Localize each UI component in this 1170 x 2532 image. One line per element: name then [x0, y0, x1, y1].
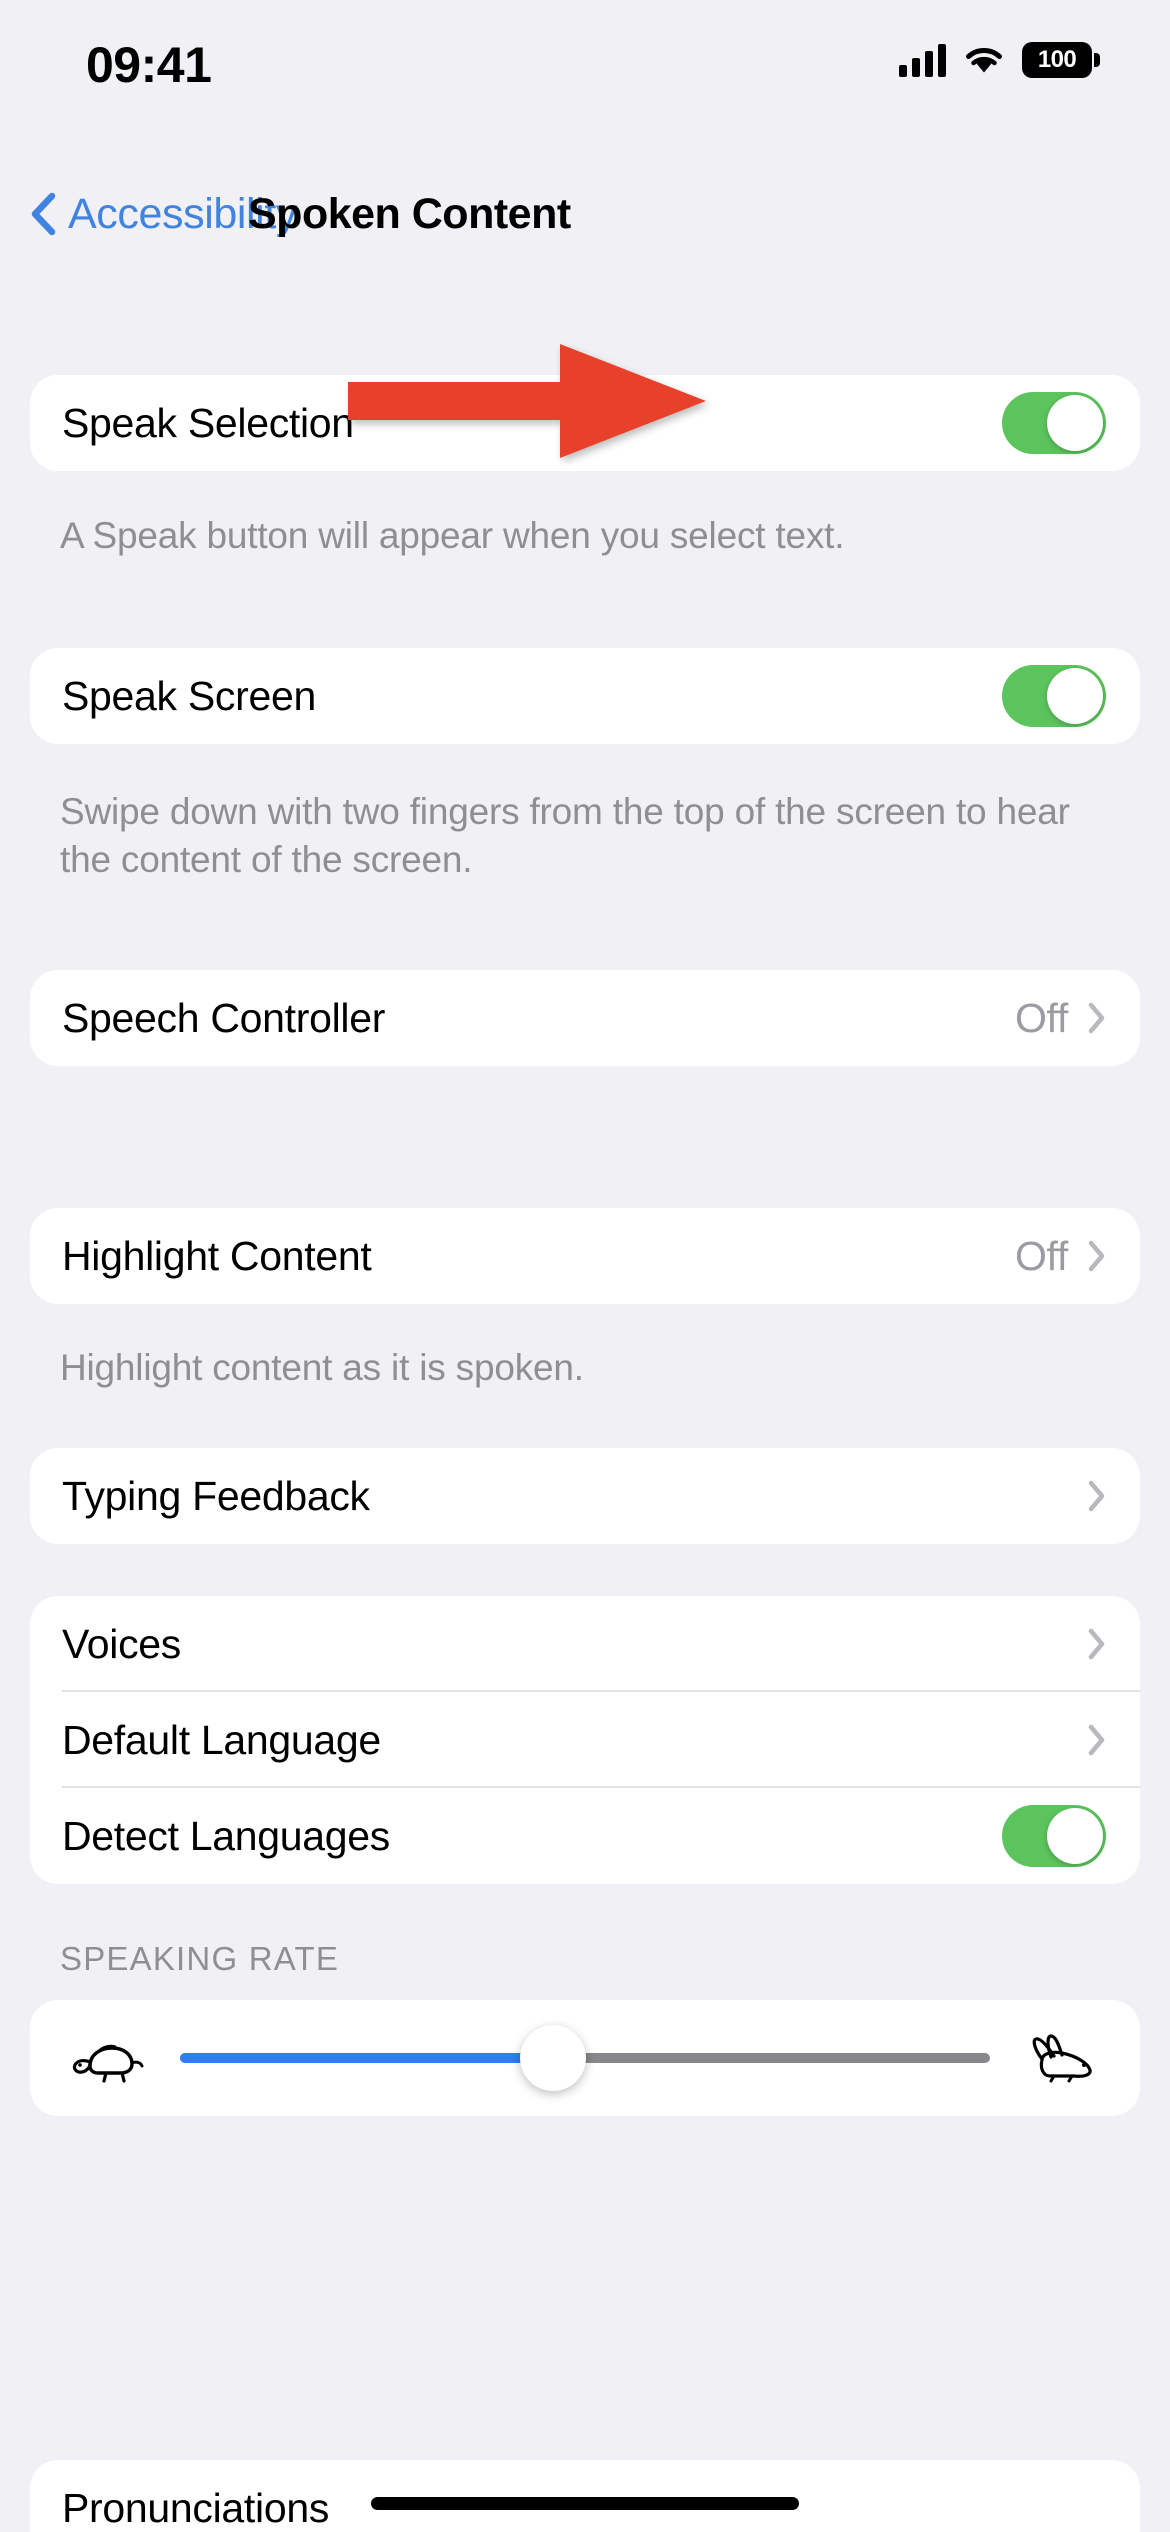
battery-level-label: 100 [1037, 46, 1077, 73]
signal-bars-icon [899, 43, 946, 77]
slider-thumb[interactable] [519, 2025, 586, 2091]
row-speak-selection[interactable]: Speak Selection [30, 375, 1140, 471]
typing-feedback-card: Typing Feedback [30, 1448, 1140, 1544]
speak-selection-toggle[interactable] [1002, 392, 1106, 454]
speech-controller-accessory: Off [1015, 995, 1106, 1042]
speak-selection-label: Speak Selection [62, 399, 354, 446]
row-default-language[interactable]: Default Language [30, 1692, 1140, 1788]
chevron-right-icon [1088, 1240, 1105, 1272]
speech-controller-label: Speech Controller [62, 994, 386, 1041]
default-language-label: Default Language [62, 1716, 381, 1763]
wifi-icon [966, 48, 1002, 73]
voices-accessory [1088, 1628, 1106, 1660]
speak-screen-card: Speak Screen [30, 648, 1140, 744]
speaking-rate-header: SPEAKING RATE [60, 1940, 340, 1977]
chevron-right-icon [1088, 1724, 1105, 1756]
toggle-knob [1047, 1808, 1103, 1864]
pronunciations-label: Pronunciations [62, 2484, 330, 2531]
status-bar: 09:41 100 [0, 0, 1170, 132]
toggle-knob [1047, 395, 1103, 451]
row-typing-feedback[interactable]: Typing Feedback [30, 1448, 1140, 1544]
detect-languages-label: Detect Languages [62, 1812, 391, 1859]
highlight-content-accessory: Off [1015, 1233, 1106, 1280]
speak-selection-card: Speak Selection [30, 375, 1140, 471]
row-pronunciations[interactable]: Pronunciations [30, 2460, 1140, 2532]
highlight-content-footer: Highlight content as it is spoken. [60, 1347, 584, 1388]
speaking-rate-slider[interactable] [180, 2025, 990, 2091]
default-language-accessory [1088, 1724, 1106, 1756]
row-highlight-content[interactable]: Highlight Content Off [30, 1208, 1140, 1304]
chevron-left-icon [31, 192, 56, 236]
home-indicator [371, 2497, 799, 2510]
highlight-content-card: Highlight Content Off [30, 1208, 1140, 1304]
speak-screen-label: Speak Screen [62, 672, 316, 719]
status-bar-time: 09:41 [86, 37, 212, 93]
chevron-right-icon [1088, 1002, 1105, 1034]
highlight-content-value: Off [1014, 1232, 1068, 1279]
status-bar-indicators: 100 [899, 42, 1100, 78]
slider-fill [180, 2053, 553, 2063]
battery-icon: 100 [1022, 42, 1100, 78]
speak-screen-footer: Swipe down with two fingers from the top… [60, 791, 1070, 880]
iphone-settings-screen: 09:41 100 Accessibility Spoken Content S… [0, 0, 1170, 2532]
speech-controller-card: Speech Controller Off [30, 970, 1140, 1066]
speech-controller-value: Off [1014, 994, 1068, 1041]
speak-selection-footer: A Speak button will appear when you sele… [60, 515, 845, 556]
toggle-knob [1047, 668, 1103, 724]
rabbit-icon [1032, 2034, 1092, 2083]
detect-languages-toggle[interactable] [1002, 1805, 1106, 1867]
typing-feedback-label: Typing Feedback [62, 1472, 370, 1519]
navigation-bar: Accessibility Spoken Content [0, 168, 1170, 260]
voices-group-card: Voices Default Language Detect Languages [30, 1596, 1140, 1884]
speaking-rate-card [30, 2000, 1140, 2116]
row-speech-controller[interactable]: Speech Controller Off [30, 970, 1140, 1066]
voices-label: Voices [62, 1620, 181, 1667]
pronunciations-card: Pronunciations [30, 2460, 1140, 2532]
row-voices[interactable]: Voices [30, 1596, 1140, 1692]
row-speak-screen[interactable]: Speak Screen [30, 648, 1140, 744]
chevron-right-icon [1088, 1628, 1105, 1660]
speak-screen-toggle[interactable] [1002, 665, 1106, 727]
page-title: Spoken Content [248, 189, 571, 238]
typing-feedback-accessory [1088, 1480, 1106, 1512]
chevron-right-icon [1088, 1480, 1105, 1512]
highlight-content-label: Highlight Content [62, 1232, 372, 1279]
turtle-icon [72, 2044, 144, 2083]
row-detect-languages[interactable]: Detect Languages [30, 1788, 1140, 1884]
